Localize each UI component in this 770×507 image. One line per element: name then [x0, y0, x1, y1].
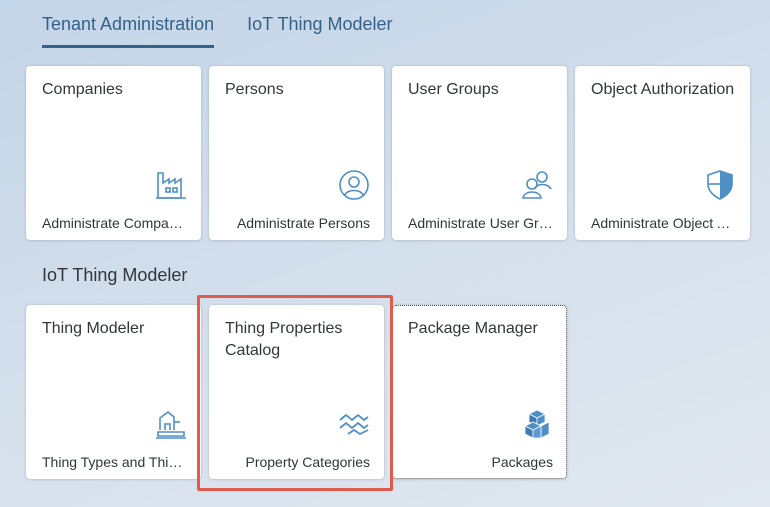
tile-title: User Groups — [408, 81, 499, 98]
tile-title: Thing Modeler — [42, 320, 145, 337]
tile-subtitle: Administrate Persons — [236, 215, 370, 231]
package-cubes-icon — [521, 408, 553, 440]
tile-title: Persons — [225, 81, 284, 98]
tile-package-manager[interactable]: Package Manager Packages — [392, 305, 567, 479]
thing-modeler-icon — [155, 408, 187, 440]
tile-companies[interactable]: Companies Administrate Companies — [26, 66, 201, 240]
tab-iot-thing-modeler[interactable]: IoT Thing Modeler — [247, 0, 392, 48]
group-title: IoT Thing Modeler — [42, 265, 188, 285]
factory-icon — [155, 169, 187, 201]
tile-subtitle: Administrate Object Authorization — [591, 215, 736, 231]
tile-thing-properties-catalog[interactable]: Thing Properties Catalog Property Catego… — [209, 305, 384, 479]
tile-title: Thing Properties Catalog — [225, 320, 343, 359]
user-group-icon — [521, 169, 553, 201]
tile-subtitle: Property Categories — [245, 454, 370, 470]
tab-tenant-administration[interactable]: Tenant Administration — [42, 0, 215, 48]
person-icon — [338, 169, 370, 201]
shield-icon — [704, 169, 736, 201]
tab-bar: Tenant Administration IoT Thing Modeler — [42, 0, 426, 48]
tile-title: Object Authorization — [591, 81, 735, 98]
tile-title: Companies — [42, 81, 123, 98]
tile-subtitle: Packages — [491, 454, 553, 470]
property-waves-icon — [338, 408, 370, 440]
tile-subtitle: Administrate User Groups — [408, 215, 553, 231]
tile-object-authorization[interactable]: Object Authorization Administrate Object… — [575, 66, 750, 240]
tile-user-groups[interactable]: User Groups Administrate User Groups — [392, 66, 567, 240]
tile-persons[interactable]: Persons Administrate Persons — [209, 66, 384, 240]
tile-subtitle: Thing Types and Things — [42, 454, 187, 470]
tile-title: Package Manager — [408, 320, 538, 337]
tile-subtitle: Administrate Companies — [42, 215, 187, 231]
tile-thing-modeler[interactable]: Thing Modeler Thing Types and Things — [26, 305, 201, 479]
